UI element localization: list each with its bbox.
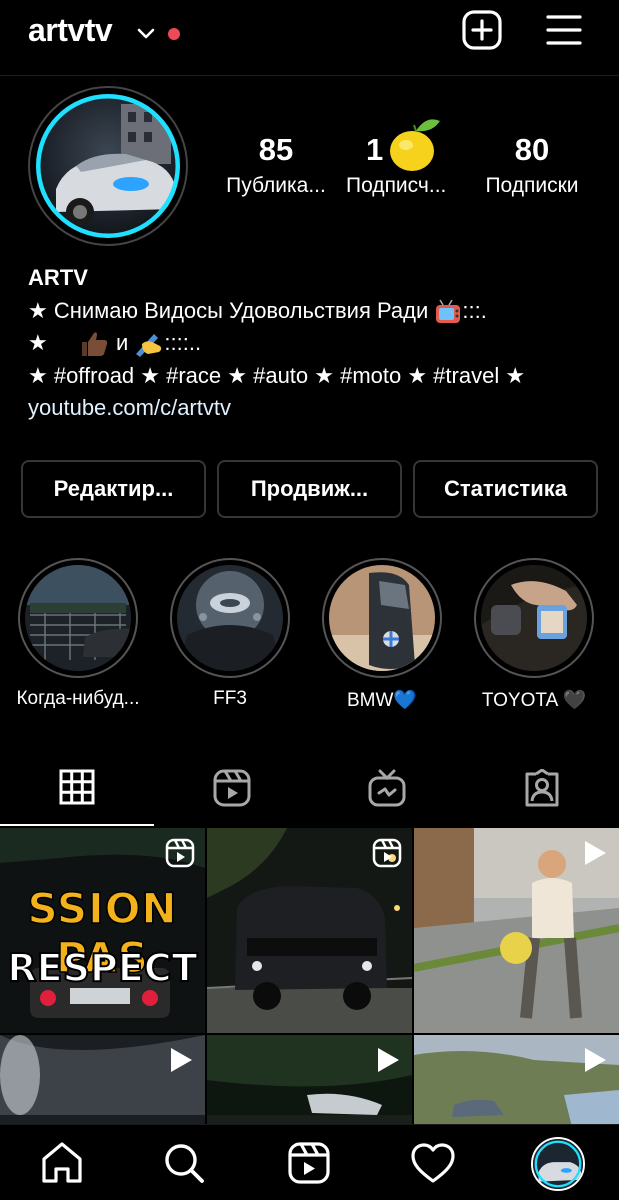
home-icon[interactable] <box>38 1139 86 1187</box>
post-thumbnail[interactable] <box>414 828 619 1033</box>
reels-icon <box>213 769 251 807</box>
highlight-cover <box>481 565 587 671</box>
avatar-image <box>533 1139 583 1189</box>
following-count-value: 80 <box>514 132 550 167</box>
highlight-cover <box>25 565 131 671</box>
post-thumbnail[interactable] <box>207 828 412 1033</box>
bio-line-2: ★ и ::::.. <box>28 327 608 360</box>
insights-button[interactable]: Статистика <box>413 460 598 518</box>
bio-link[interactable]: youtube.com/c/artvtv <box>28 392 608 425</box>
new-post-icon[interactable] <box>460 8 504 52</box>
tab-reels[interactable] <box>155 750 309 826</box>
highlight-label: FF3 <box>213 688 247 709</box>
search-icon[interactable] <box>160 1139 208 1187</box>
notification-dot <box>168 28 180 40</box>
play-icon <box>378 1048 399 1072</box>
play-icon <box>585 1048 606 1072</box>
highlight-cover <box>177 565 283 671</box>
posts-count[interactable]: 85 Публика... <box>220 132 332 198</box>
post-thumbnail[interactable] <box>0 1035 205 1128</box>
play-icon <box>585 841 606 865</box>
highlight-cover <box>329 565 435 671</box>
menu-icon[interactable] <box>542 8 586 52</box>
posts-count-label: Публика... <box>226 174 326 197</box>
post-thumbnail[interactable] <box>207 1035 412 1128</box>
profile-name: ARTV <box>28 265 88 290</box>
highlight-item[interactable]: TOYOTA 🖤 <box>472 558 596 712</box>
followers-count-label: Подписч... <box>346 174 447 197</box>
lemon-emoji <box>390 119 440 171</box>
thumbs-up-emoji <box>81 332 108 357</box>
profile-avatar[interactable] <box>28 86 188 246</box>
promote-button[interactable]: Продвиж... <box>217 460 402 518</box>
highlight-label: BMW💙 <box>346 690 418 711</box>
profile-avatar[interactable] <box>531 1137 585 1191</box>
reels-icon <box>165 838 195 868</box>
post-overlay-subtitle: RESPECT <box>6 945 198 991</box>
username[interactable]: artvtv <box>28 12 113 49</box>
tab-igtv[interactable] <box>310 750 464 826</box>
edit-profile-button[interactable]: Редактир... <box>21 460 206 518</box>
bio-line-1: ★ Снимаю Видосы Удовольствия Ради :::. <box>28 295 608 328</box>
reels-icon <box>372 838 402 868</box>
bio-hashtags[interactable]: ★ #offroad ★ #race ★ #auto ★ #moto ★ #tr… <box>28 360 608 393</box>
avatar-image <box>36 94 180 238</box>
highlight-label: TOYOTA 🖤 <box>481 690 587 711</box>
writing-hand-emoji <box>136 334 162 358</box>
tab-grid[interactable] <box>0 750 154 826</box>
profile-bio: ARTV ★ Снимаю Видосы Удовольствия Ради :… <box>28 262 608 425</box>
profile-tabs <box>0 750 619 826</box>
post-thumbnail[interactable] <box>414 1035 619 1128</box>
posts-count-value: 85 <box>258 132 294 167</box>
chevron-down-icon[interactable] <box>136 24 156 44</box>
posts-grid: SSION PAS RESPECT <box>0 828 619 1128</box>
grid-icon <box>59 769 95 805</box>
tv-emoji <box>436 299 461 323</box>
tab-tagged[interactable] <box>465 750 619 826</box>
bottom-nav <box>0 1124 619 1200</box>
tagged-icon <box>525 769 559 807</box>
heart-icon[interactable] <box>409 1139 457 1187</box>
post-thumbnail[interactable]: SSION PAS RESPECT <box>0 828 205 1033</box>
reels-icon[interactable] <box>285 1139 333 1187</box>
highlight-item[interactable]: BMW💙 <box>320 558 444 712</box>
igtv-icon <box>368 769 406 807</box>
highlight-item[interactable]: FF3 <box>168 558 292 710</box>
following-count-label: Подписки <box>485 174 579 197</box>
following-count[interactable]: 80 Подписки <box>474 132 590 198</box>
play-icon <box>171 1048 192 1072</box>
highlight-label: Когда-нибуд... <box>16 688 140 709</box>
highlight-item[interactable]: Когда-нибуд... <box>16 558 140 710</box>
top-bar: artvtv <box>0 0 619 76</box>
